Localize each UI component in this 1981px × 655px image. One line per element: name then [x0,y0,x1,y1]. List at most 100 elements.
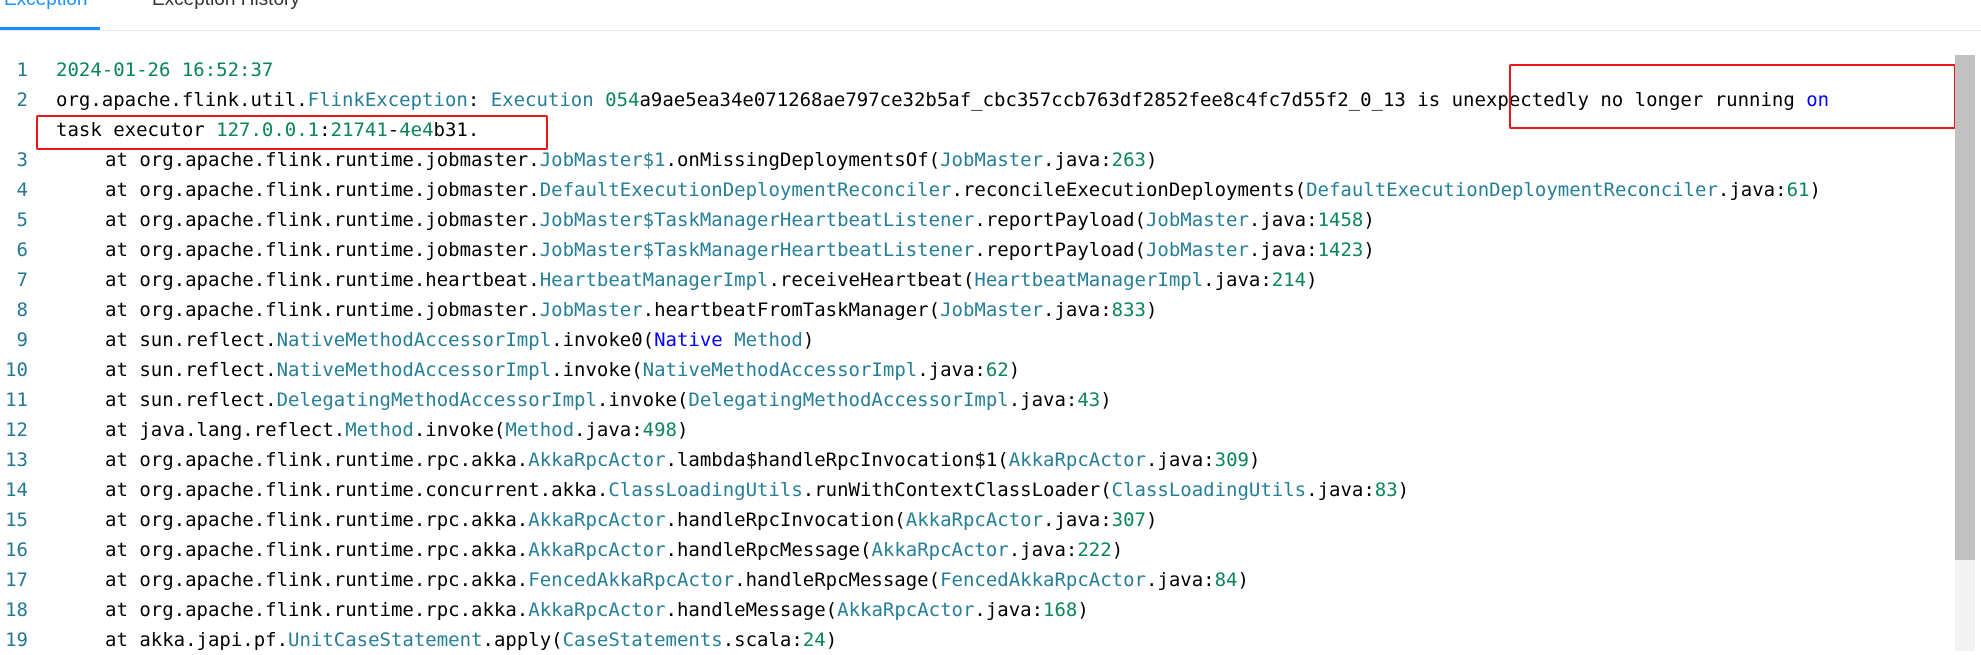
code-token: .java: [1043,509,1112,531]
code-token: : [467,89,491,111]
code-token: JobMaster [539,299,643,321]
line-number: 7 [16,269,28,291]
line-number: 14 [5,479,28,501]
code-token: AkkaRpcActor [905,509,1044,531]
line-number: 12 [5,419,28,441]
code-token: at org.apache.flink.runtime.heartbeat. [105,269,540,291]
code-token: on [1806,89,1830,111]
code-text: at sun.reflect.NativeMethodAccessorImpl.… [105,325,814,355]
line-number: 1 [16,59,28,81]
code-token: DelegatingMethodAccessorImpl [276,389,597,411]
code-token: : [319,119,331,141]
code-text: at org.apache.flink.runtime.rpc.akka.Fen… [105,565,1249,595]
code-text: 2024-01-26 16:52:37 [56,55,273,85]
code-token: .java: [1717,179,1787,201]
code-token: .invoke( [413,419,506,441]
code-text: at org.apache.flink.runtime.rpc.akka.Akk… [105,445,1260,475]
code-token: .java: [1248,239,1318,261]
code-token: ) [1363,239,1375,261]
code-text: at org.apache.flink.runtime.jobmaster.Jo… [105,295,1157,325]
code-token: org.apache.flink.util. [56,89,308,111]
code-text: at org.apache.flink.runtime.jobmaster.Jo… [105,145,1157,175]
code-token: at org.apache.flink.runtime.concurrent.a… [105,479,609,501]
code-token: ) [1008,359,1021,381]
code-token: 2024-01-26 16:52:37 [56,59,274,81]
code-token: .java: [974,599,1044,621]
code-token: ) [802,329,815,351]
code-token: at org.apache.flink.runtime.rpc.akka. [105,509,529,531]
code-token: 24 [802,629,826,651]
code-token: 43 [1077,389,1101,411]
line-number: 13 [5,449,28,471]
vertical-scrollbar[interactable] [1955,55,1975,651]
line-number: 4 [16,179,28,201]
code-token: b31. [433,119,480,141]
line-number: 3 [16,149,28,171]
code-token: AkkaRpcActor [871,539,1009,561]
active-tab-indicator [0,27,100,30]
code-token: .java: [1043,149,1112,171]
code-text: at org.apache.flink.runtime.rpc.akka.Akk… [105,505,1157,535]
code-token: ) [1100,389,1112,411]
code-token: JobMaster [1145,239,1249,261]
code-token: Method [734,329,803,351]
code-token: 054 [605,89,640,111]
code-token: at org.apache.flink.runtime.jobmaster. [105,299,540,321]
code-token: .onMissingDeploymentsOf( [665,149,941,171]
code-token: Method [505,419,575,441]
code-token: .heartbeatFromTaskManager( [642,299,941,321]
scrollbar-thumb[interactable] [1955,55,1975,560]
exception-code-viewer[interactable]: 1 2024-01-26 16:52:37 2 org.apache.flink.ut… [0,55,1981,651]
code-text: at sun.reflect.NativeMethodAccessorImpl.… [105,355,1020,385]
code-token: .java: [1008,389,1078,411]
code-text: task executor 127.0.0.1:21741-4e4b31. [56,115,479,145]
code-token: at sun.reflect. [105,359,277,381]
line-number: 18 [5,599,28,621]
code-token: at org.apache.flink.runtime.rpc.akka. [105,449,529,471]
code-token: DefaultExecutionDeploymentReconciler [1306,179,1718,201]
code-token: DelegatingMethodAccessorImpl [688,389,1009,411]
code-token: JobMaster [940,149,1044,171]
code-token: ) [1146,149,1158,171]
code-token: 61 [1786,179,1810,201]
code-token: JobMaster$TaskManagerHeartbeatListener [539,209,975,231]
code-token: ) [1146,509,1158,531]
code-token: Method [345,419,414,441]
code-token: NativeMethodAccessorImpl [276,329,552,351]
code-text: at org.apache.flink.runtime.jobmaster.Jo… [105,205,1375,235]
code-text: at java.lang.reflect.Method.invoke(Metho… [105,415,688,445]
code-token: 127.0.0.1 [216,119,320,141]
code-text: at org.apache.flink.runtime.heartbeat.He… [105,265,1318,295]
code-token: .handleRpcMessage( [734,569,941,591]
code-token: at sun.reflect. [105,389,277,411]
code-token: 4e4 [399,119,434,141]
code-token: .receiveHeartbeat( [768,269,975,291]
tab-exception[interactable]: Exception [4,0,87,12]
code-token: a9ae5ea34e071268ae797ce32b5af_cbc357ccb7… [639,89,1807,111]
code-token: AkkaRpcActor [528,509,666,531]
code-token: 498 [642,419,677,441]
code-token: 214 [1271,269,1307,291]
code-token: - [387,119,400,141]
code-token: .reconcileExecutionDeployments( [951,179,1307,201]
code-text: org.apache.flink.util.FlinkException: Ex… [56,85,1829,115]
code-token: ) [1077,599,1089,621]
code-token: CaseStatements [562,629,723,651]
code-token: .java: [1008,539,1078,561]
code-token: ) [1237,569,1249,591]
code-token: .apply( [482,629,563,651]
code-token: .java: [1145,569,1215,591]
tab-exception-history[interactable]: Exception History [152,0,300,12]
code-token: at org.apache.flink.runtime.rpc.akka. [105,599,529,621]
code-text: at org.apache.flink.runtime.rpc.akka.Akk… [105,535,1123,565]
code-token: .handleRpcInvocation( [665,509,906,531]
code-token: .reportPayload( [974,239,1146,261]
code-token: FlinkException [307,89,468,111]
line-number: 6 [16,239,28,261]
code-token: FencedAkkaRpcActor [940,569,1146,591]
code-token: Native [654,329,723,351]
code-token: .java: [1203,269,1272,291]
code-token: ClassLoadingUtils [1111,479,1307,501]
code-token: task executor [56,119,217,141]
code-token: DefaultExecutionDeploymentReconciler [539,179,952,201]
